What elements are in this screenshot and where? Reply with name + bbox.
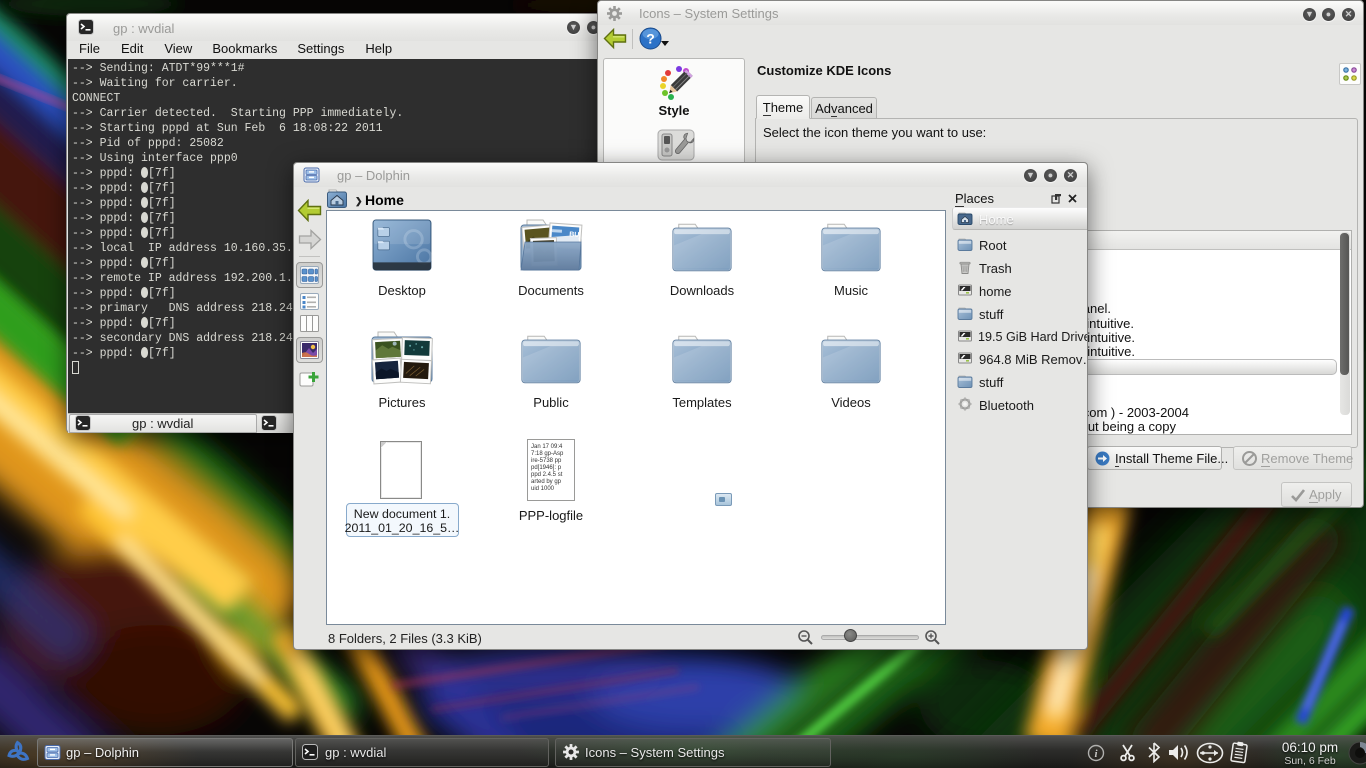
svg-text:?: ? <box>646 31 655 47</box>
svg-text:i: i <box>1094 748 1098 760</box>
